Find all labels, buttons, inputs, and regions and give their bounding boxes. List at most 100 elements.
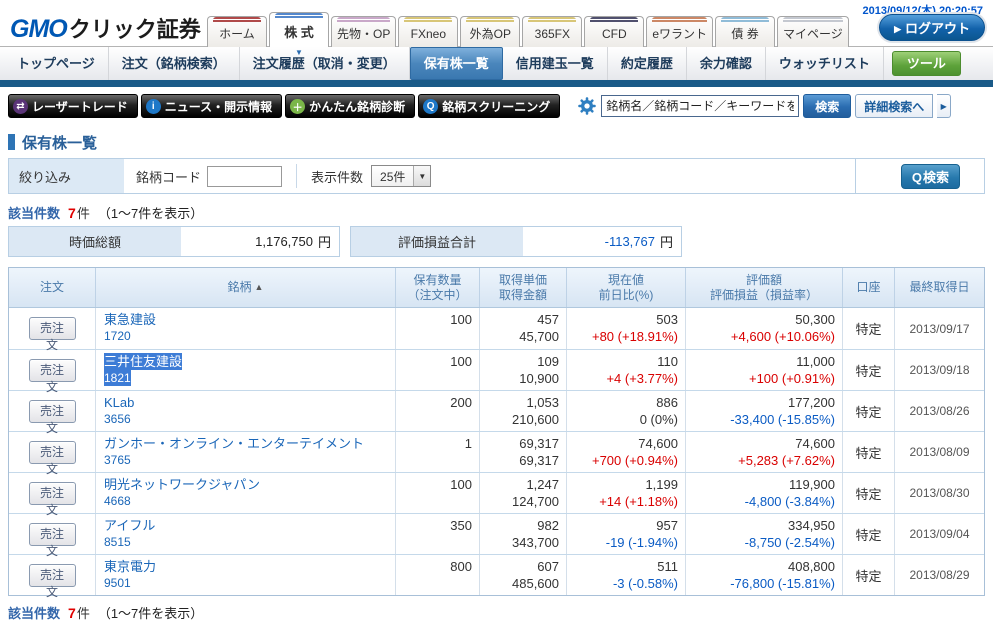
last-acquired-date: 2013/09/04: [895, 514, 984, 554]
sell-order-button[interactable]: 売注文: [29, 400, 76, 423]
stock-name-link[interactable]: 三井住友建設: [104, 353, 182, 370]
order-cell: 売注文: [9, 432, 96, 472]
main-tab[interactable]: 365FX ▼: [522, 16, 582, 47]
toolbar-button[interactable]: Q 銘柄スクリーニング: [418, 94, 560, 118]
page-title: 保有株一覧: [8, 132, 985, 152]
main-tab[interactable]: FXneo ▼: [398, 16, 458, 47]
advanced-search-button[interactable]: 詳細検索へ: [855, 94, 933, 118]
quantity-cell: 200: [396, 391, 480, 431]
sell-order-button[interactable]: 売注文: [29, 482, 76, 505]
table-row: 売注文 アイフル 8515 350 982 343,700 957 -19 (-…: [9, 513, 984, 554]
valuation-cell: 177,200 -33,400 (-15.85%): [686, 391, 843, 431]
nav-item[interactable]: 注文履歴（取消・変更）: [240, 47, 410, 80]
stock-name-link[interactable]: ガンホー・オンライン・エンターテイメント: [104, 435, 364, 452]
main-tab[interactable]: ホーム ▼: [207, 16, 267, 47]
nav-item[interactable]: 保有株一覧: [410, 47, 503, 80]
filter-search-label: 検索: [923, 170, 949, 185]
stock-code-link[interactable]: 3656: [104, 411, 131, 427]
nav-item[interactable]: 余力確認: [687, 47, 766, 80]
table-row: 売注文 明光ネットワークジャパン 4668 100 1,247 124,700 …: [9, 472, 984, 513]
acquisition-cell: 607 485,600: [480, 555, 567, 595]
stock-cell: 明光ネットワークジャパン 4668: [96, 473, 396, 513]
pl-value: -4,800 (-3.84%): [745, 493, 835, 510]
valuation-cell: 119,900 -4,800 (-3.84%): [686, 473, 843, 513]
table-row: 売注文 ガンホー・オンライン・エンターテイメント 3765 1 69,317 6…: [9, 431, 984, 472]
nav-item[interactable]: ウォッチリスト: [766, 47, 884, 80]
symbol-search-input[interactable]: [601, 95, 799, 117]
header-stock-sortable[interactable]: 銘柄 ▲: [96, 268, 396, 307]
nav-item-label: ウォッチリスト: [779, 56, 870, 71]
main-tabs: ホーム ▼ 株 式 ▼ 先物・OP ▼ FXneo ▼ 外為OP ▼ 365FX…: [207, 12, 849, 47]
gmo-logo[interactable]: GMOクリック証券: [10, 12, 201, 44]
quantity-cell: 350: [396, 514, 480, 554]
logout-button[interactable]: ▶ログアウト: [879, 14, 985, 41]
acquisition-cell: 109 10,900: [480, 350, 567, 390]
filter-right-divider: [855, 159, 856, 193]
toolbar-button-label: レーザートレード: [32, 98, 128, 115]
day-change-value: +14 (+1.18%): [599, 493, 678, 510]
pl-value: -76,800 (-15.81%): [730, 575, 835, 592]
result-count-label: 該当件数: [8, 206, 60, 221]
stock-code-input[interactable]: [207, 166, 282, 187]
stock-code-link[interactable]: 1821: [104, 370, 131, 386]
main-tab[interactable]: 株 式 ▼: [269, 12, 329, 47]
stock-cell: 東急建設 1720: [96, 308, 396, 349]
stock-code-link[interactable]: 8515: [104, 534, 131, 550]
pl-value: +5,283 (+7.62%): [738, 452, 835, 469]
stock-name-link[interactable]: KLab: [104, 394, 134, 411]
table-row: 売注文 KLab 3656 200 1,053 210,600 886 0 (0…: [9, 390, 984, 431]
symbol-search-button[interactable]: 検索: [803, 94, 851, 118]
sell-order-button[interactable]: 売注文: [29, 317, 76, 340]
market-value-box: 時価総額 1,176,750円: [8, 226, 340, 257]
main-tab[interactable]: eワラント ▼: [646, 16, 713, 47]
toolbar-button[interactable]: ＋ かんたん銘柄診断: [285, 94, 415, 118]
current-price-cell: 1,199 +14 (+1.18%): [567, 473, 686, 513]
display-count-value: 25件: [372, 168, 413, 185]
nav-item[interactable]: 信用建玉一覧: [503, 47, 608, 80]
main-tab[interactable]: 先物・OP ▼: [331, 16, 396, 47]
nav-item[interactable]: トップページ: [4, 47, 109, 80]
stock-name-link[interactable]: 明光ネットワークジャパン: [104, 476, 260, 493]
stock-cell: KLab 3656: [96, 391, 396, 431]
stock-code-link[interactable]: 4668: [104, 493, 131, 509]
result-count-number: 7: [68, 605, 76, 621]
header-valuation: 評価額評価損益（損益率）: [686, 268, 843, 307]
main-tab[interactable]: CFD ▼: [584, 16, 644, 47]
stock-name-link[interactable]: 東京電力: [104, 558, 156, 575]
nav-item[interactable]: 注文（銘柄検索）: [109, 47, 240, 80]
main-tab[interactable]: マイページ ▼: [777, 16, 849, 47]
stock-code-link[interactable]: 9501: [104, 575, 131, 591]
last-acquired-date: 2013/08/26: [895, 391, 984, 431]
nav-item[interactable]: 約定履歴: [608, 47, 687, 80]
toolbar-button-label: ニュース・開示情報: [165, 98, 272, 115]
sell-order-button[interactable]: 売注文: [29, 441, 76, 464]
sell-order-button[interactable]: 売注文: [29, 359, 76, 382]
stock-name-link[interactable]: アイフル: [104, 517, 155, 534]
sell-order-button[interactable]: 売注文: [29, 564, 76, 587]
tool-button[interactable]: ツール: [892, 51, 961, 76]
toolbar-button[interactable]: ⇄ レーザートレード: [8, 94, 138, 118]
valuation-cell: 74,600 +5,283 (+7.62%): [686, 432, 843, 472]
filter-bar: 絞り込み 銘柄コード 表示件数 25件 ▼ Q検索: [8, 158, 985, 194]
stock-name-link[interactable]: 東急建設: [104, 311, 156, 328]
stock-code-link[interactable]: 1720: [104, 328, 131, 344]
stock-cell: 東京電力 9501: [96, 555, 396, 595]
filter-search-button[interactable]: Q検索: [901, 164, 960, 189]
day-change-value: -3 (-0.58%): [613, 575, 678, 592]
sell-order-button[interactable]: 売注文: [29, 523, 76, 546]
toolbar-button[interactable]: i ニュース・開示情報: [141, 94, 282, 118]
account-cell: 特定: [843, 473, 895, 513]
toolbar-button-label: 銘柄スクリーニング: [442, 98, 550, 115]
chevron-right-icon: ▶: [941, 102, 947, 111]
diagnosis-icon: ＋: [290, 99, 305, 114]
display-count-select[interactable]: 25件 ▼: [371, 165, 431, 187]
day-change-value: +700 (+0.94%): [592, 452, 678, 469]
account-cell: 特定: [843, 391, 895, 431]
tab-label: eワラント: [652, 22, 707, 47]
gear-icon[interactable]: [577, 96, 597, 116]
advanced-search-expand-button[interactable]: ▶: [937, 94, 951, 118]
main-tab[interactable]: 外為OP ▼: [460, 16, 520, 47]
main-tab[interactable]: 債 券 ▼: [715, 16, 775, 47]
stock-code-link[interactable]: 3765: [104, 452, 131, 468]
day-change-value: +80 (+18.91%): [592, 328, 678, 345]
